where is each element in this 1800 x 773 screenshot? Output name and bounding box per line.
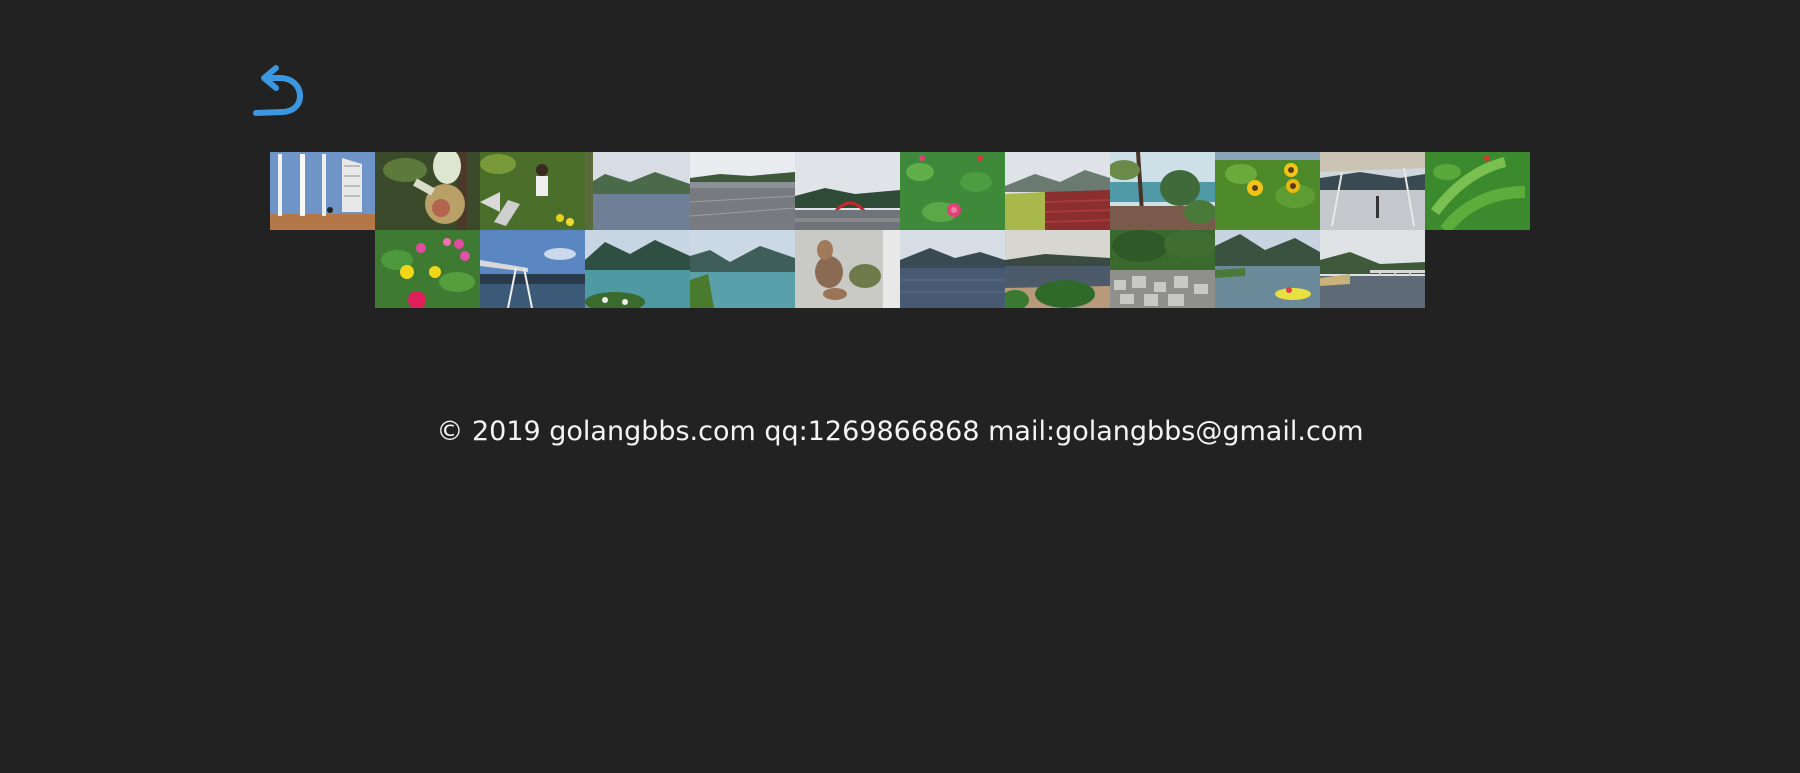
- photo-lake-trees[interactable]: [1110, 152, 1215, 230]
- photo-gallery: [0, 152, 1800, 308]
- photo-red-bridge-image: [795, 152, 900, 230]
- photo-zinnia-flowers-image: [900, 152, 1005, 230]
- photo-river-boat[interactable]: [1215, 230, 1320, 308]
- photo-child-in-garden[interactable]: [480, 152, 585, 230]
- photo-stone-riverbank-image: [1110, 230, 1215, 308]
- photo-lakeside-road[interactable]: [690, 152, 795, 230]
- photo-swing-frame-image: [480, 230, 585, 308]
- photo-peach-on-branch-image: [375, 152, 480, 230]
- photo-zinnia-bed[interactable]: [375, 230, 480, 308]
- photo-lake-valley-image: [690, 230, 795, 308]
- photo-river-boat-image: [1215, 230, 1320, 308]
- photo-lake-mountains[interactable]: [585, 230, 690, 308]
- photo-lake-trees-image: [1110, 152, 1215, 230]
- photo-calm-lake-image: [900, 230, 1005, 308]
- gallery-row: [0, 152, 1800, 230]
- photo-zinnia-bed-image: [375, 230, 480, 308]
- photo-sails-sculpture[interactable]: [270, 152, 375, 230]
- photo-lake-shore[interactable]: [585, 152, 690, 230]
- photo-red-bridge[interactable]: [795, 152, 900, 230]
- photo-calm-lake[interactable]: [900, 230, 1005, 308]
- photo-bridge-lake-image: [1320, 230, 1425, 308]
- photo-pavilion-canopy[interactable]: [1320, 152, 1425, 230]
- photo-terraced-fields[interactable]: [1005, 152, 1110, 230]
- photo-stone-riverbank[interactable]: [1110, 230, 1215, 308]
- photo-lake-grasses-image: [1005, 230, 1110, 308]
- photo-ginger-roots-image: [795, 230, 900, 308]
- back-button[interactable]: [252, 58, 312, 118]
- photo-zinnia-flowers[interactable]: [900, 152, 1005, 230]
- photo-green-leaves-image: [1425, 152, 1530, 230]
- photo-lake-mountains-image: [585, 230, 690, 308]
- undo-arrow-icon: [253, 65, 304, 116]
- photo-sunflowers[interactable]: [1215, 152, 1320, 230]
- photo-peach-on-branch[interactable]: [375, 152, 480, 230]
- photo-child-in-garden-image: [480, 152, 585, 230]
- photo-green-leaves[interactable]: [1425, 152, 1530, 230]
- photo-bridge-lake[interactable]: [1320, 230, 1425, 308]
- photo-terraced-fields-image: [1005, 152, 1110, 230]
- photo-ginger-roots[interactable]: [795, 230, 900, 308]
- footer-copyright: © 2019 golangbbs.com qq:1269866868 mail:…: [436, 416, 1364, 447]
- photo-lakeside-road-image: [690, 152, 795, 230]
- photo-sails-sculpture-image: [270, 152, 375, 230]
- photo-lake-shore-image: [585, 152, 690, 230]
- photo-lake-valley[interactable]: [690, 230, 795, 308]
- photo-lake-grasses[interactable]: [1005, 230, 1110, 308]
- photo-pavilion-canopy-image: [1320, 152, 1425, 230]
- photo-sunflowers-image: [1215, 152, 1320, 230]
- gallery-row: [0, 230, 1800, 308]
- photo-swing-frame[interactable]: [480, 230, 585, 308]
- photo-album-page: © 2019 golangbbs.com qq:1269866868 mail:…: [0, 0, 1800, 773]
